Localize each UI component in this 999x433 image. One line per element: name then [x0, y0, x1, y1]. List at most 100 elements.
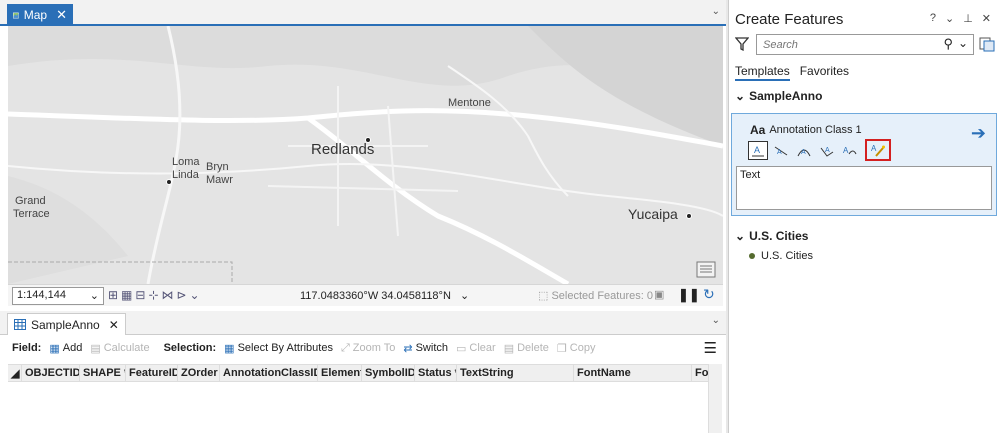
selected-features[interactable]: ⬚ Selected Features: 0: [538, 289, 653, 302]
chevron-down-icon[interactable]: ⌄: [958, 36, 968, 50]
manage-templates-icon[interactable]: [979, 37, 995, 52]
group-us-cities[interactable]: ⌄ U.S. Cities: [735, 229, 808, 243]
coordinates-readout: 117.0483360°W 34.0458118°N ⌄: [300, 289, 469, 302]
filter-icon[interactable]: [735, 37, 749, 51]
point-symbol-icon: [749, 253, 755, 259]
col-status[interactable]: Status *: [415, 365, 457, 381]
help-icon[interactable]: ?: [930, 12, 936, 25]
city-point-yucaipa[interactable]: [686, 213, 692, 219]
tab-templates[interactable]: Templates: [735, 64, 790, 81]
tab-map[interactable]: Map ✕: [7, 4, 73, 26]
search-box: ⚲ ⌄: [756, 34, 974, 55]
table-tabbar: SampleAnno ✕ ⌄: [0, 311, 726, 335]
search-input[interactable]: [763, 35, 933, 54]
curved-annotation-tool[interactable]: A: [794, 141, 814, 160]
template-us-cities-label: U.S. Cities: [761, 250, 813, 262]
horizontal-text-icon: A: [752, 145, 764, 156]
svg-text:A: A: [754, 145, 760, 155]
switch-button[interactable]: ⇄ Switch: [403, 342, 448, 355]
col-symbolid[interactable]: SymbolID: [362, 365, 415, 381]
col-annotationclassid[interactable]: AnnotationClassID *: [220, 365, 318, 381]
map-tips-icon[interactable]: [696, 261, 716, 278]
map-label-mentone: Mentone: [448, 97, 491, 109]
chevron-down-icon: ⌄: [735, 89, 746, 103]
map-tab-label: Map: [23, 8, 48, 22]
refresh-lock-icon[interactable]: ▣: [654, 288, 664, 301]
col-fontname[interactable]: FontName: [574, 365, 692, 381]
coordinates-text: 117.0483360°W 34.0458118°N: [300, 290, 451, 302]
search-row: ⚲ ⌄: [735, 34, 995, 56]
delete-button[interactable]: ▤ Delete: [504, 342, 549, 355]
search-icon[interactable]: ⚲: [943, 36, 953, 52]
map-label-redlands: Redlands: [311, 141, 375, 158]
group-sampleanno[interactable]: ⌄ SampleAnno: [735, 89, 822, 103]
col-textstring[interactable]: TextString: [457, 365, 574, 381]
row-selector-header[interactable]: ◢: [8, 365, 22, 381]
city-point-loma-linda[interactable]: [166, 179, 172, 185]
tab-sampleanno[interactable]: SampleAnno ✕: [7, 313, 126, 335]
menu-icon[interactable]: ☰: [704, 339, 717, 357]
table-icon: [14, 319, 26, 330]
table-scrollbar[interactable]: [708, 364, 722, 433]
table-toolbar: Field: ▦ Add ▤ Calculate Selection: ▦ Selec…: [8, 336, 723, 360]
svg-text:A: A: [871, 144, 877, 153]
leader-annotation-tool[interactable]: A: [817, 141, 837, 160]
annotation-template-panel[interactable]: Aa Annotation Class 1 ➔ A A A A A A Text: [731, 113, 997, 216]
template-us-cities[interactable]: U.S. Cities: [749, 250, 813, 262]
chevron-down-icon[interactable]: ⌄: [712, 315, 720, 326]
close-icon[interactable]: ✕: [109, 318, 119, 332]
field-label: Field:: [12, 342, 42, 354]
col-element[interactable]: Element: [318, 365, 362, 381]
annotation-aa-icon: Aa: [750, 123, 766, 137]
map-status-bar: 1:144,144 ⌄ ⊞▦⊟⊹⋈⊳⌄ 117.0483360°W 34.045…: [8, 284, 723, 306]
calculate-button[interactable]: ▤ Calculate: [90, 342, 149, 355]
horizontal-annotation-tool[interactable]: A: [748, 141, 768, 160]
pause-icon[interactable]: ❚❚: [678, 287, 700, 303]
selection-label: Selection:: [163, 342, 217, 354]
chevron-down-icon[interactable]: ⌄: [712, 6, 720, 17]
tab-favorites[interactable]: Favorites: [800, 64, 849, 81]
city-point-redlands[interactable]: [365, 137, 371, 143]
straight-annotation-tool[interactable]: A: [771, 141, 791, 160]
close-icon[interactable]: ✕: [982, 12, 991, 25]
clear-button[interactable]: ▭ Clear: [456, 342, 496, 355]
close-icon[interactable]: ✕: [56, 7, 67, 23]
map-label-terrace: Terrace: [13, 208, 50, 220]
create-features-pane: Create Features ? ⌄ ⊥ ✕ ⚲ ⌄ Templates Fa…: [728, 0, 999, 433]
copy-icon: ❐: [556, 342, 567, 355]
select-by-attributes-button[interactable]: ▦ Select By Attributes: [224, 342, 333, 355]
col-zorder[interactable]: ZOrder: [178, 365, 220, 381]
group-sampleanno-label: SampleAnno: [749, 89, 823, 103]
grid-tools-icons[interactable]: ⊞▦⊟⊹⋈⊳⌄: [108, 288, 203, 302]
table-body[interactable]: [8, 382, 708, 433]
col-featureid[interactable]: FeatureID: [126, 365, 178, 381]
zoom-to-button[interactable]: ⤢ Zoom To: [341, 342, 395, 355]
annotation-text-input[interactable]: Text: [736, 166, 992, 210]
svg-text:A: A: [825, 147, 830, 154]
col-shape[interactable]: SHAPE *: [80, 365, 126, 381]
arrow-right-icon[interactable]: ➔: [971, 123, 986, 144]
map-view[interactable]: Mentone Loma Linda Bryn Mawr Redlands Gr…: [8, 26, 723, 284]
pane-title: Create Features: [735, 11, 844, 28]
group-us-cities-label: U.S. Cities: [749, 229, 809, 243]
map-label-linda: Linda: [172, 169, 199, 181]
straight-text-icon: A: [774, 146, 788, 156]
chevron-down-icon[interactable]: ⌄: [945, 12, 954, 25]
col-fo[interactable]: Fo: [692, 365, 708, 381]
delete-icon: ▤: [503, 342, 515, 355]
svg-text:A: A: [843, 146, 849, 155]
col-objectid[interactable]: OBJECTID *: [22, 365, 80, 381]
add-field-button[interactable]: ▦ Add: [49, 342, 82, 355]
annotation-wand-tool[interactable]: A: [865, 139, 891, 161]
copy-button[interactable]: ❐ Copy: [557, 342, 596, 355]
chevron-down-icon[interactable]: ⌄: [460, 290, 469, 302]
map-tabbar: Map ✕ ⌄: [0, 0, 726, 26]
follow-feature-tool[interactable]: A: [840, 141, 860, 160]
follow-feature-icon: A: [843, 146, 857, 155]
refresh-icon[interactable]: ↻: [703, 286, 715, 303]
select-by-attributes-icon: ▦: [224, 342, 235, 355]
scale-select[interactable]: 1:144,144 ⌄: [12, 287, 104, 305]
zoom-to-icon: ⤢: [340, 341, 350, 354]
map-label-grand: Grand: [15, 195, 46, 207]
pin-icon[interactable]: ⊥: [963, 12, 973, 25]
